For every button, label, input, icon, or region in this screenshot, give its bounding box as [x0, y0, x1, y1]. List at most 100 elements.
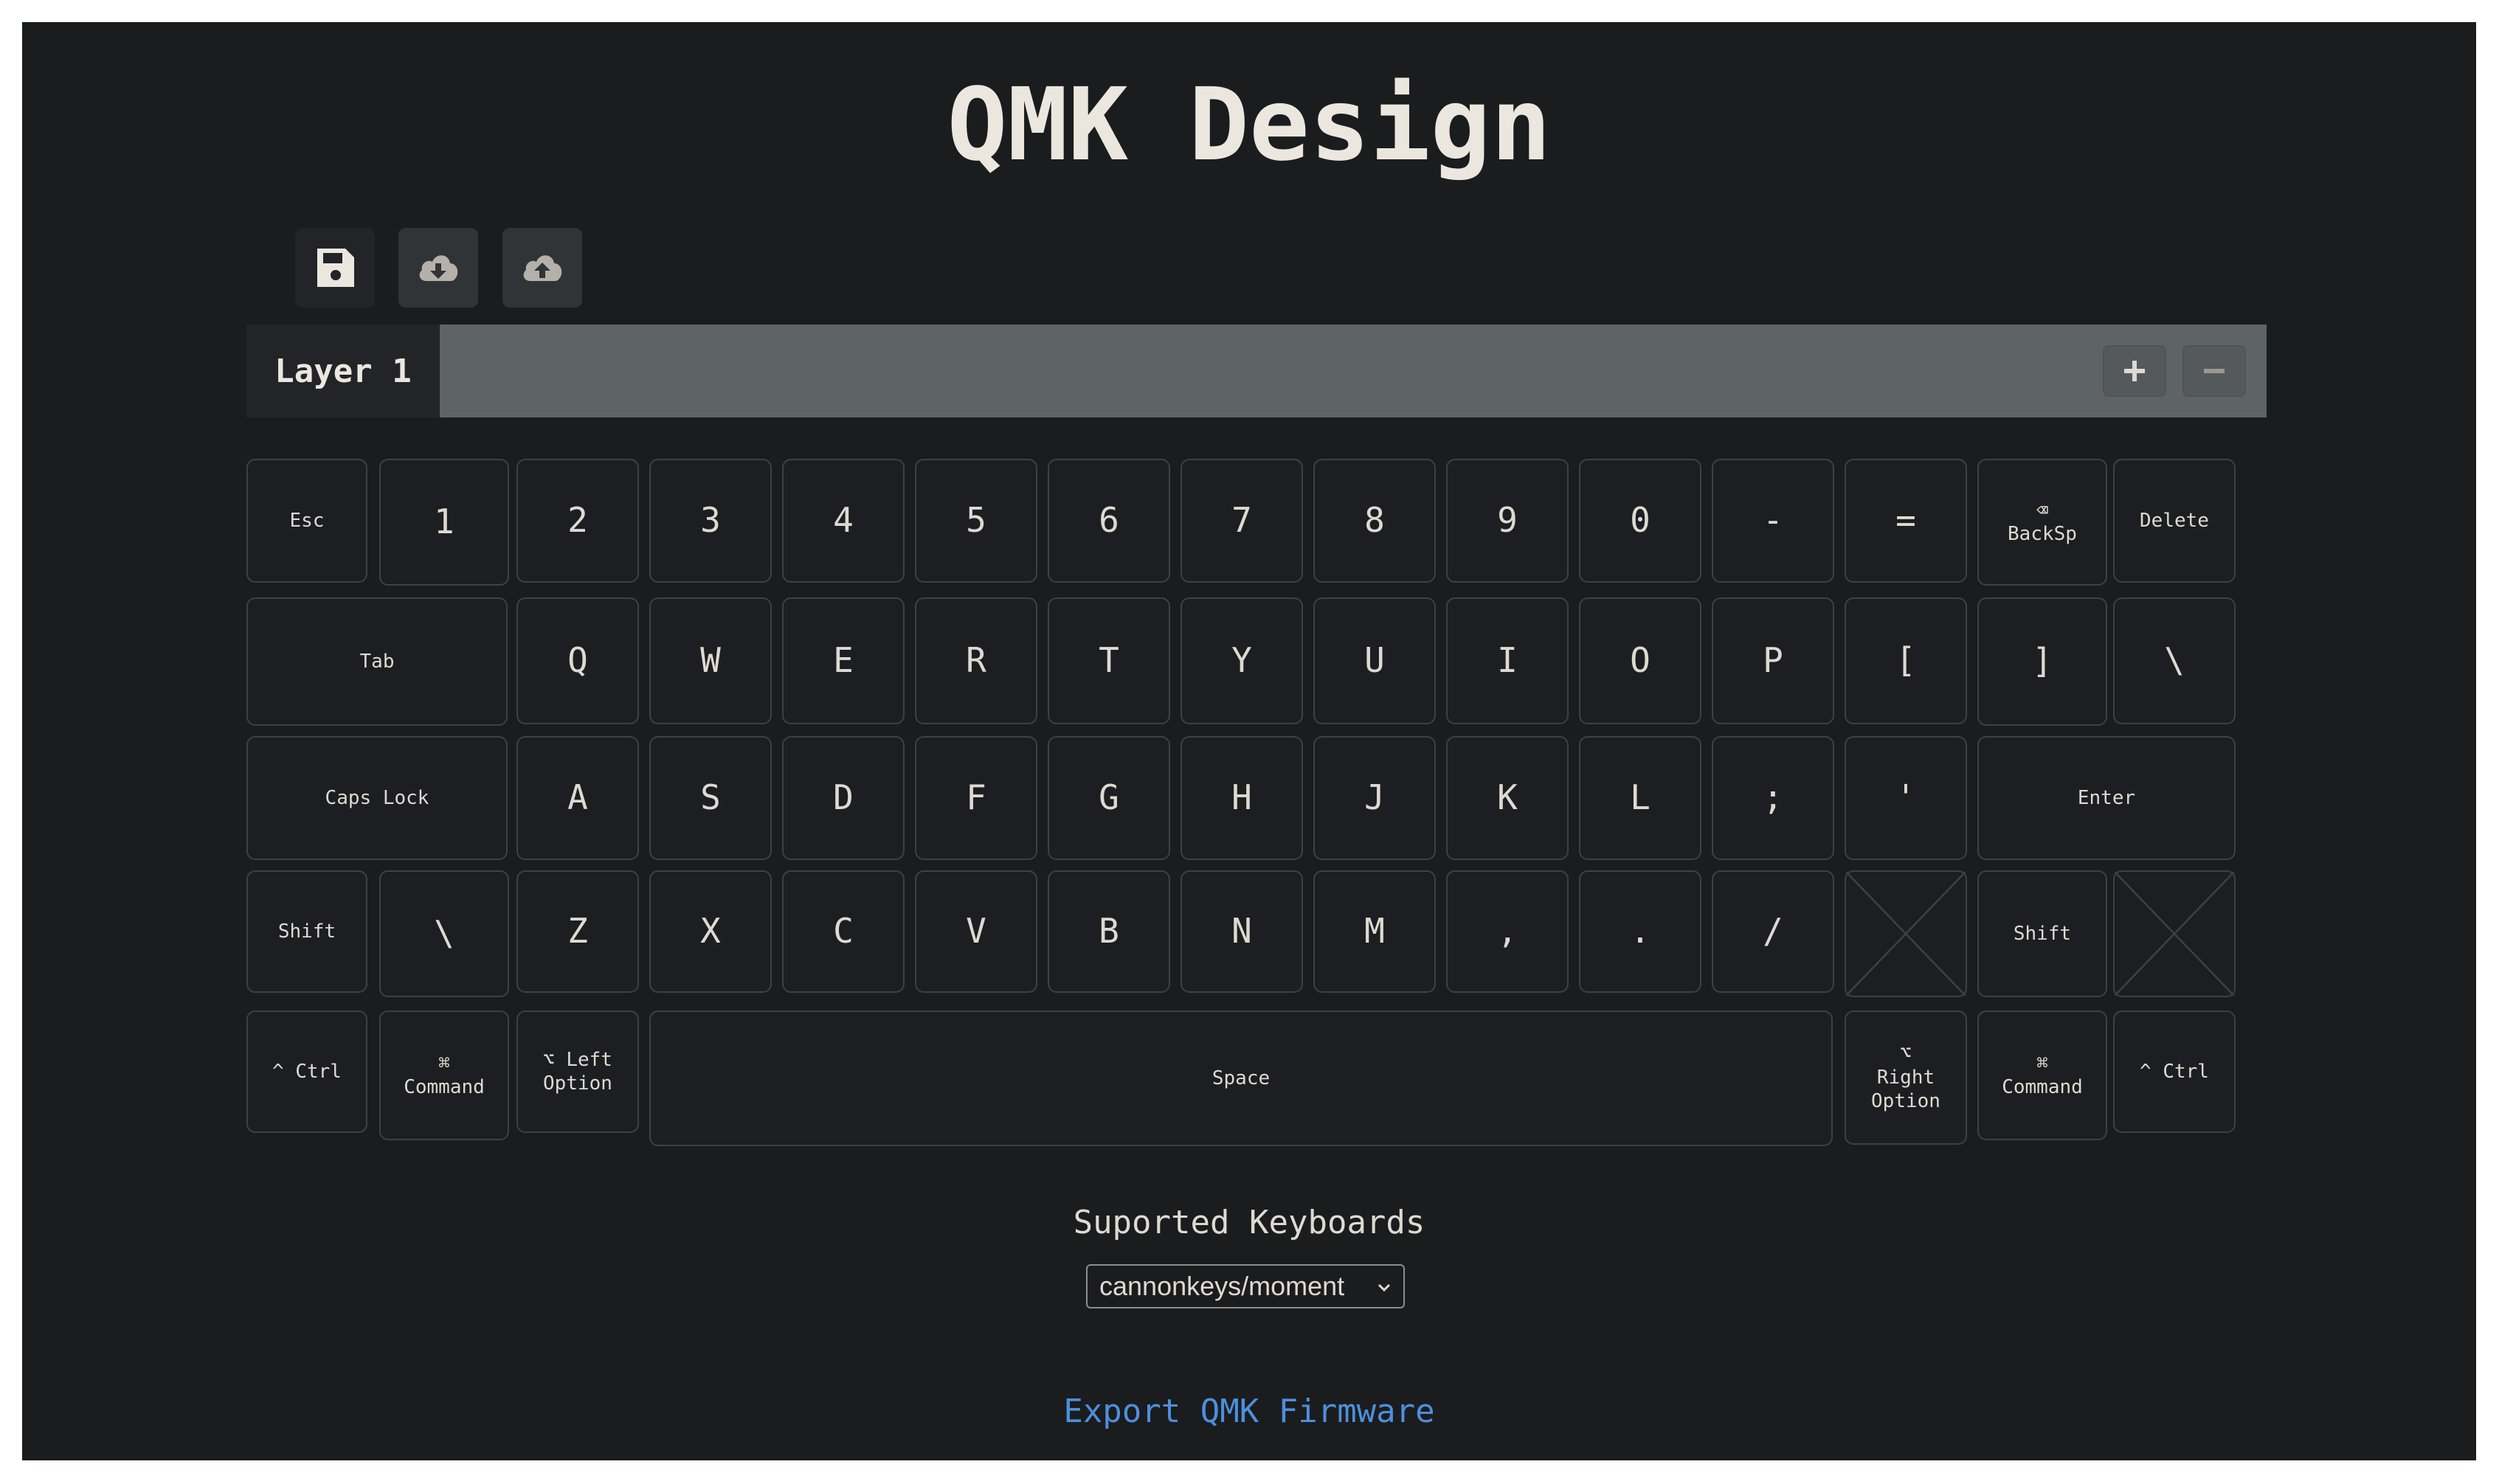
key-equal[interactable]: = — [1845, 459, 1967, 583]
key-slash[interactable]: / — [1712, 870, 1834, 993]
key-9[interactable]: 9 — [1446, 459, 1569, 583]
keyboard-select[interactable]: cannonkeys/moment — [1086, 1264, 1405, 1308]
key-left-ctrl[interactable]: ^ Ctrl — [246, 1010, 367, 1133]
key-left-command[interactable]: ⌘ Command — [379, 1010, 509, 1140]
key-3[interactable]: 3 — [649, 459, 772, 583]
key-l[interactable]: L — [1579, 736, 1701, 860]
key-a[interactable]: A — [516, 736, 639, 860]
key-2[interactable]: 2 — [516, 459, 639, 583]
key-left-bracket[interactable]: [ — [1845, 597, 1967, 724]
key-8[interactable]: 8 — [1313, 459, 1436, 583]
key-enter[interactable]: Enter — [1977, 736, 2236, 860]
key-p[interactable]: P — [1712, 597, 1834, 724]
key-t[interactable]: T — [1048, 597, 1170, 724]
key-e[interactable]: E — [782, 597, 905, 724]
key-label: \ — [2164, 640, 2185, 681]
key-label: 0 — [1630, 500, 1651, 541]
key-label: C — [833, 911, 854, 951]
key-label: 4 — [833, 500, 854, 541]
key-c[interactable]: C — [782, 870, 905, 993]
key-label: V — [966, 911, 986, 951]
key-minus[interactable]: - — [1712, 459, 1834, 583]
key-g[interactable]: G — [1048, 736, 1170, 860]
key-y[interactable]: Y — [1181, 597, 1303, 724]
key-label: Right Option — [1871, 1066, 1940, 1113]
key-label: F — [966, 777, 986, 818]
key-o[interactable]: O — [1579, 597, 1701, 724]
key-empty-1[interactable] — [1845, 870, 1967, 997]
key-label: U — [1364, 640, 1385, 681]
empty-key-cross-icon — [2115, 872, 2234, 996]
key-left-option[interactable]: ⌥ Left Option — [516, 1010, 639, 1133]
key-q[interactable]: Q — [516, 597, 639, 724]
key-label: K — [1497, 777, 1518, 818]
key-label: Caps Lock — [325, 786, 429, 809]
key-w[interactable]: W — [649, 597, 772, 724]
key-space[interactable]: Space — [649, 1010, 1833, 1146]
key-label: S — [700, 777, 721, 818]
key-x[interactable]: X — [649, 870, 772, 993]
key-label: B — [1099, 911, 1119, 951]
key-symbol: ⌘ — [2036, 1052, 2048, 1075]
key-u[interactable]: U — [1313, 597, 1436, 724]
key-tab[interactable]: Tab — [246, 597, 508, 726]
key-quote[interactable]: ' — [1845, 736, 1967, 860]
key-j[interactable]: J — [1313, 736, 1436, 860]
key-right-option[interactable]: ⌥ Right Option — [1845, 1010, 1967, 1145]
key-delete[interactable]: Delete — [2113, 459, 2236, 583]
key-label: ⌥ Left Option — [543, 1048, 612, 1095]
key-label: Q — [567, 640, 588, 681]
export-firmware-link[interactable]: Export QMK Firmware — [22, 1393, 2476, 1430]
key-empty-2[interactable] — [2113, 870, 2236, 997]
key-right-ctrl[interactable]: ^ Ctrl — [2113, 1010, 2236, 1133]
key-period[interactable]: . — [1579, 870, 1701, 993]
key-v[interactable]: V — [915, 870, 1037, 993]
key-label: R — [966, 640, 986, 681]
key-0[interactable]: 0 — [1579, 459, 1701, 583]
key-label: Enter — [2077, 786, 2136, 809]
key-symbol: ⌫ — [2036, 499, 2048, 521]
key-left-shift[interactable]: Shift — [246, 870, 367, 993]
app-window: QMK Design Layer 1 Esc 1 2 3 4 5 6 7 8 9… — [22, 22, 2476, 1460]
key-label: ^ Ctrl — [2140, 1060, 2209, 1083]
key-esc[interactable]: Esc — [246, 459, 367, 583]
key-b[interactable]: B — [1048, 870, 1170, 993]
key-label: I — [1497, 640, 1518, 681]
key-label: N — [1231, 911, 1252, 951]
key-z[interactable]: Z — [516, 870, 639, 993]
key-label: X — [700, 911, 721, 951]
key-symbol: ⌥ — [1900, 1042, 1912, 1065]
key-7[interactable]: 7 — [1181, 459, 1303, 583]
key-1[interactable]: 1 — [379, 459, 509, 586]
key-semicolon[interactable]: ; — [1712, 736, 1834, 860]
key-4[interactable]: 4 — [782, 459, 905, 583]
key-backspace[interactable]: ⌫ BackSp — [1977, 459, 2107, 586]
key-d[interactable]: D — [782, 736, 905, 860]
key-k[interactable]: K — [1446, 736, 1569, 860]
key-backslash[interactable]: \ — [2113, 597, 2236, 724]
key-s[interactable]: S — [649, 736, 772, 860]
key-label: 2 — [567, 500, 588, 541]
key-5[interactable]: 5 — [915, 459, 1037, 583]
key-label: ; — [1763, 777, 1783, 818]
key-label: 6 — [1099, 500, 1119, 541]
key-label: ' — [1895, 777, 1916, 818]
key-label: Delete — [2140, 509, 2209, 532]
key-right-command[interactable]: ⌘ Command — [1977, 1010, 2107, 1140]
key-label: A — [567, 777, 588, 818]
key-label: O — [1630, 640, 1651, 681]
key-r[interactable]: R — [915, 597, 1037, 724]
key-comma[interactable]: , — [1446, 870, 1569, 993]
key-caps-lock[interactable]: Caps Lock — [246, 736, 508, 860]
key-f[interactable]: F — [915, 736, 1037, 860]
key-6[interactable]: 6 — [1048, 459, 1170, 583]
key-m[interactable]: M — [1313, 870, 1436, 993]
key-iso-backslash[interactable]: \ — [379, 870, 509, 997]
chevron-down-icon — [1378, 1283, 1391, 1292]
key-right-shift[interactable]: Shift — [1977, 870, 2107, 997]
key-label: Command — [2002, 1076, 2083, 1098]
key-n[interactable]: N — [1181, 870, 1303, 993]
key-i[interactable]: I — [1446, 597, 1569, 724]
key-h[interactable]: H — [1181, 736, 1303, 860]
key-right-bracket[interactable]: ] — [1977, 597, 2107, 726]
